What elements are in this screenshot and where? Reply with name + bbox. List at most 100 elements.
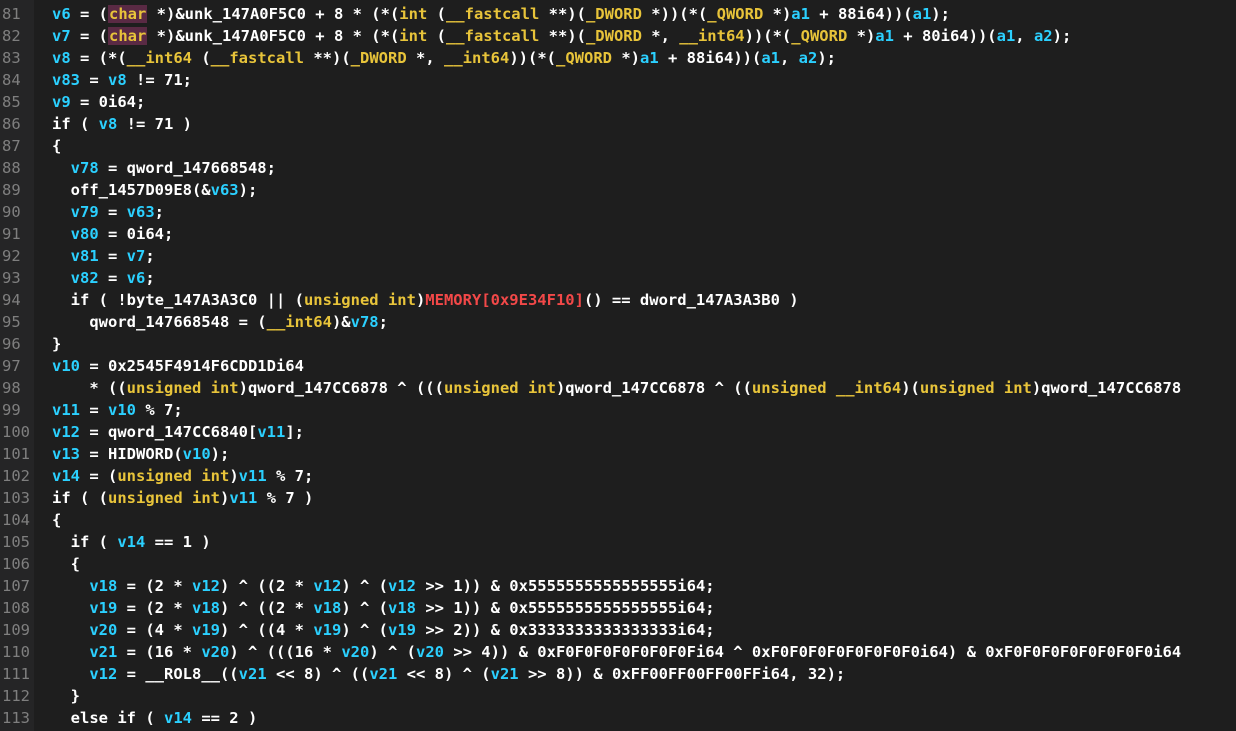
variable-token[interactable]: v20 — [416, 643, 444, 661]
variable-token[interactable]: v14 — [52, 467, 80, 485]
code-line[interactable]: 108 v19 = (2 * v18) ^ ((2 * v18) ^ (v18 … — [0, 597, 1236, 619]
variable-token[interactable]: v6 — [52, 5, 71, 23]
variable-token[interactable]: v14 — [117, 533, 145, 551]
variable-token[interactable]: v20 — [341, 643, 369, 661]
variable-token[interactable]: v10 — [52, 357, 80, 375]
code-line[interactable]: 90 v79 = v63; — [0, 201, 1236, 223]
variable-token[interactable]: v11 — [239, 467, 267, 485]
code-line[interactable]: 94 if ( !byte_147A3A3C0 || (unsigned int… — [0, 289, 1236, 311]
variable-token[interactable]: v63 — [127, 203, 155, 221]
code-line[interactable]: 101 v13 = HIDWORD(v10); — [0, 443, 1236, 465]
variable-token[interactable]: v7 — [52, 27, 71, 45]
variable-token[interactable]: a1 — [761, 49, 780, 67]
code-line[interactable]: 85 v9 = 0i64; — [0, 91, 1236, 113]
variable-token[interactable]: v12 — [313, 577, 341, 595]
code-line[interactable]: 89 off_1457D09E8(&v63); — [0, 179, 1236, 201]
variable-token[interactable]: v12 — [388, 577, 416, 595]
variable-token[interactable]: v8 — [108, 71, 127, 89]
code-line[interactable]: 103 if ( (unsigned int)v11 % 7 ) — [0, 487, 1236, 509]
variable-token[interactable]: v78 — [351, 313, 379, 331]
variable-token[interactable]: v18 — [89, 577, 117, 595]
code-token: ) ^ ( — [341, 621, 388, 639]
pseudocode-editor[interactable]: 81 v6 = (char *)&unk_147A0F5C0 + 8 * (*(i… — [0, 0, 1236, 731]
variable-token[interactable]: v21 — [239, 665, 267, 683]
code-token: = qword_147CC6840[ — [80, 423, 258, 441]
variable-token[interactable]: v14 — [164, 709, 192, 727]
code-line[interactable]: 106 { — [0, 553, 1236, 575]
code-line[interactable]: 99 v11 = v10 % 7; — [0, 399, 1236, 421]
code-line[interactable]: 93 v82 = v6; — [0, 267, 1236, 289]
code-line[interactable]: 95 qword_147668548 = (__int64)&v78; — [0, 311, 1236, 333]
variable-token[interactable]: v9 — [52, 93, 71, 111]
variable-token[interactable]: v12 — [52, 423, 80, 441]
code-line[interactable]: 88 v78 = qword_147668548; — [0, 157, 1236, 179]
code-line[interactable]: 112 } — [0, 685, 1236, 707]
variable-token[interactable]: v83 — [52, 71, 80, 89]
code-token: % 7; — [136, 401, 183, 419]
variable-token[interactable]: v18 — [192, 599, 220, 617]
variable-token[interactable]: v80 — [71, 225, 99, 243]
code-line[interactable]: 100 v12 = qword_147CC6840[v11]; — [0, 421, 1236, 443]
variable-token[interactable]: v10 — [108, 401, 136, 419]
variable-token[interactable]: v78 — [71, 159, 99, 177]
variable-token[interactable]: v12 — [192, 577, 220, 595]
variable-token[interactable]: a1 — [791, 5, 810, 23]
code-token: ; — [154, 203, 165, 221]
variable-token[interactable]: v11 — [257, 423, 285, 441]
code-line[interactable]: 81 v6 = (char *)&unk_147A0F5C0 + 8 * (*(i… — [0, 3, 1236, 25]
variable-token[interactable]: v82 — [71, 269, 99, 287]
code-line[interactable]: 107 v18 = (2 * v12) ^ ((2 * v12) ^ (v12 … — [0, 575, 1236, 597]
code-line[interactable]: 87 { — [0, 135, 1236, 157]
code-line[interactable]: 104 { — [0, 509, 1236, 531]
code-line[interactable]: 98 * ((unsigned int)qword_147CC6878 ^ ((… — [0, 377, 1236, 399]
variable-token[interactable]: v18 — [388, 599, 416, 617]
variable-token[interactable]: v11 — [229, 489, 257, 507]
variable-token[interactable]: v13 — [52, 445, 80, 463]
code-token: )qword_147CC6878 ^ ((( — [238, 379, 444, 397]
code-line[interactable]: 113 else if ( v14 == 2 ) — [0, 707, 1236, 729]
code-line[interactable]: 111 v12 = __ROL8__((v21 << 8) ^ ((v21 <<… — [0, 663, 1236, 685]
code-line[interactable]: 83 v8 = (*(__int64 (__fastcall **)(_DWORD… — [0, 47, 1236, 69]
variable-token[interactable]: a2 — [799, 49, 818, 67]
variable-token[interactable]: v8 — [99, 115, 118, 133]
variable-token[interactable]: v20 — [89, 621, 117, 639]
variable-token[interactable]: v20 — [201, 643, 229, 661]
code-line[interactable]: 91 v80 = 0i64; — [0, 223, 1236, 245]
variable-token[interactable]: v19 — [388, 621, 416, 639]
variable-token[interactable]: v19 — [313, 621, 341, 639]
variable-token[interactable]: v19 — [89, 599, 117, 617]
variable-token[interactable]: a1 — [913, 5, 932, 23]
variable-token[interactable]: v21 — [369, 665, 397, 683]
code-line[interactable]: 96} — [0, 333, 1236, 355]
code-line[interactable]: 92 v81 = v7; — [0, 245, 1236, 267]
variable-token[interactable]: v11 — [52, 401, 80, 419]
code-line[interactable]: 109 v20 = (4 * v19) ^ ((4 * v19) ^ (v19 … — [0, 619, 1236, 641]
variable-token[interactable]: v7 — [127, 247, 146, 265]
variable-token[interactable]: v6 — [127, 269, 146, 287]
variable-token[interactable]: v63 — [211, 181, 239, 199]
code-line[interactable]: 86 if ( v8 != 71 ) — [0, 113, 1236, 135]
variable-token[interactable]: v21 — [89, 643, 117, 661]
variable-token[interactable]: v8 — [52, 49, 71, 67]
variable-token[interactable]: v18 — [313, 599, 341, 617]
variable-token[interactable]: a1 — [875, 27, 894, 45]
variable-token[interactable]: v19 — [192, 621, 220, 639]
code-line[interactable]: 102 v14 = (unsigned int)v11 % 7; — [0, 465, 1236, 487]
variable-token[interactable]: v79 — [71, 203, 99, 221]
code-line[interactable]: 97 v10 = 0x2545F4914F6CDD1Di64 — [0, 355, 1236, 377]
variable-token[interactable]: a2 — [1034, 27, 1053, 45]
code-token: = (*( — [70, 49, 127, 67]
variable-token[interactable]: v12 — [89, 665, 117, 683]
code-line[interactable]: 105 if ( v14 == 1 ) — [0, 531, 1236, 553]
variable-token[interactable]: v21 — [491, 665, 519, 683]
code-token: ) ^ ( — [369, 643, 416, 661]
variable-token[interactable]: a1 — [640, 49, 659, 67]
code-line[interactable]: 84 v83 = v8 != 71; — [0, 69, 1236, 91]
code-line[interactable]: 82 v7 = (char *)&unk_147A0F5C0 + 8 * (*(i… — [0, 25, 1236, 47]
variable-token[interactable]: v81 — [71, 247, 99, 265]
variable-token[interactable]: a1 — [997, 27, 1016, 45]
variable-token[interactable]: v10 — [183, 445, 211, 463]
code-line[interactable]: 110 v21 = (16 * v20) ^ (((16 * v20) ^ (v… — [0, 641, 1236, 663]
code-text: v6 = (char *)&unk_147A0F5C0 + 8 * (*(int… — [52, 3, 950, 25]
